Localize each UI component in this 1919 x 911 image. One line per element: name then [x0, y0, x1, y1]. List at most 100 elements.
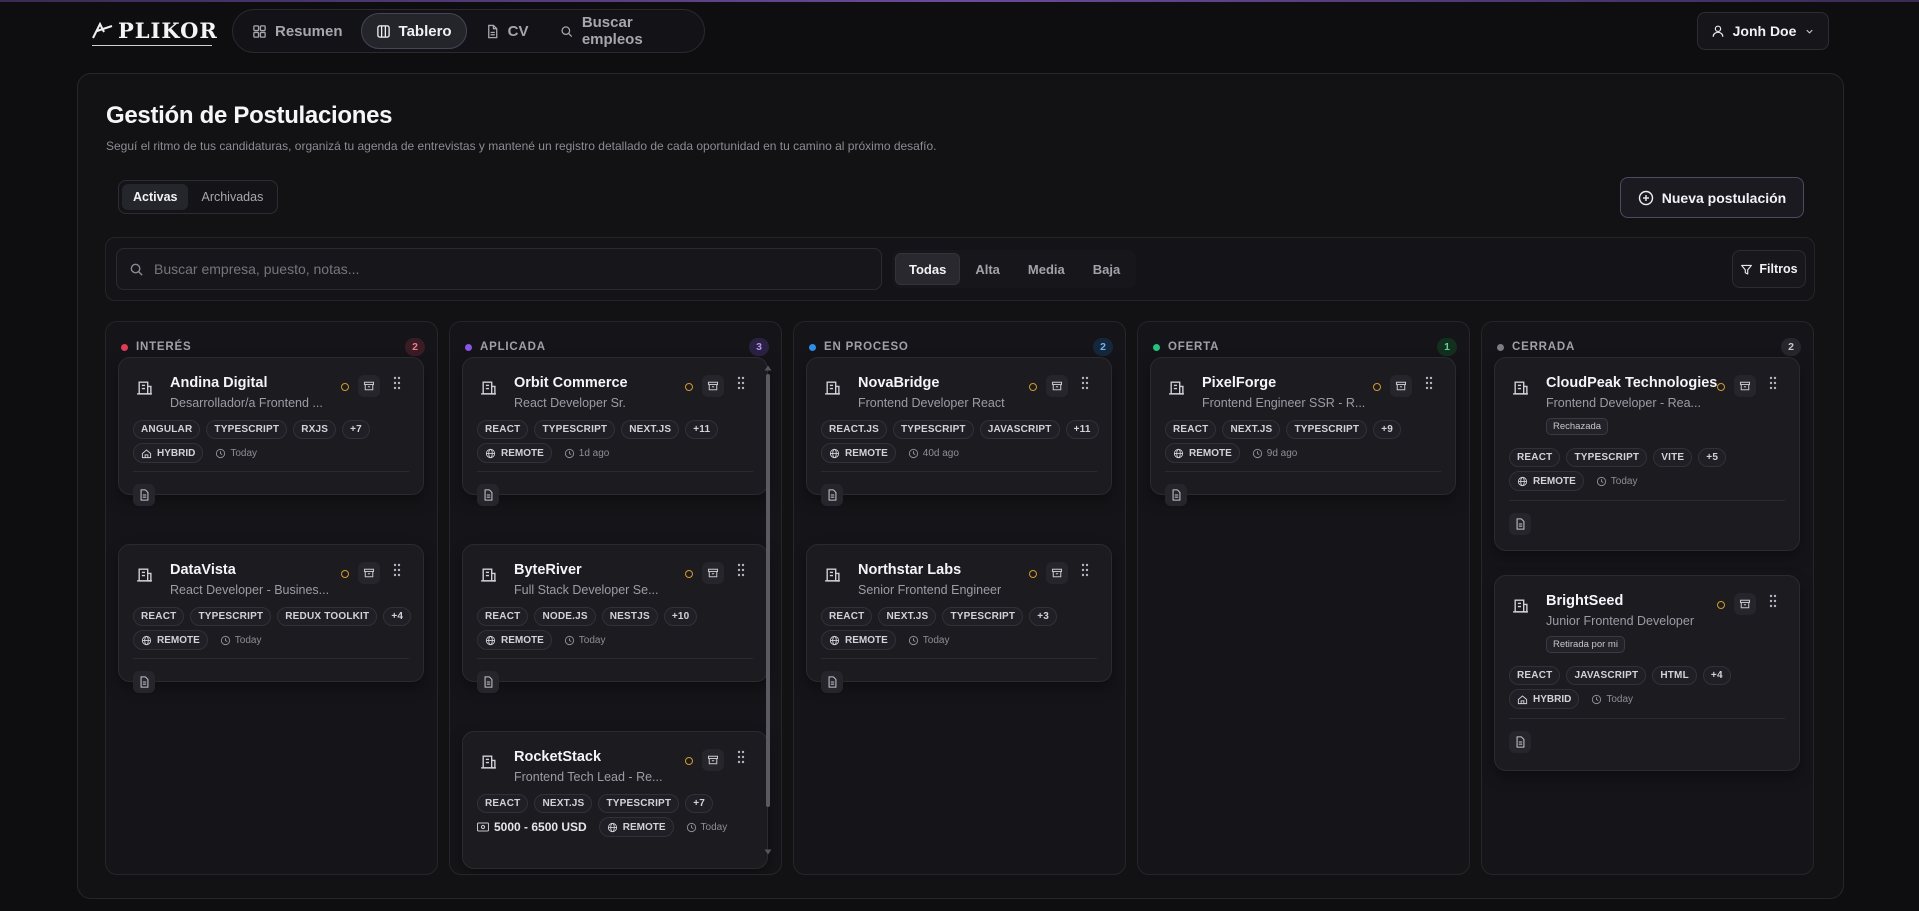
scroll-up-arrow-icon[interactable]: [764, 365, 772, 371]
tech-tag: ANGULAR: [133, 420, 201, 439]
drag-handle-icon[interactable]: [1079, 563, 1093, 583]
job-role: React Developer Sr.: [514, 396, 626, 410]
application-card[interactable]: Northstar Labs Senior Frontend Engineer …: [806, 544, 1112, 693]
column-oferta: OFERTA 1 PixelForge Frontend Engineer SS…: [1137, 321, 1470, 875]
building-icon: [821, 376, 845, 400]
work-mode: REMOTE: [477, 630, 552, 650]
tech-tag: TYPESCRIPT: [1286, 420, 1368, 439]
status-badge: Rechazada: [1546, 418, 1609, 435]
notes-button[interactable]: [1165, 484, 1187, 506]
globe-icon: [1517, 476, 1528, 486]
column-count: 3: [749, 338, 769, 356]
archive-button[interactable]: [702, 562, 724, 584]
drag-handle-icon[interactable]: [391, 376, 405, 396]
document-icon: [140, 676, 148, 688]
priority-todas[interactable]: Todas: [895, 253, 961, 285]
archive-button[interactable]: [702, 749, 724, 771]
archive-icon: [1051, 568, 1063, 578]
nav-tablero[interactable]: Tablero: [360, 13, 467, 49]
nav-resumen[interactable]: Resumen: [238, 13, 357, 49]
tech-tag: TYPESCRIPT: [190, 607, 272, 626]
archive-icon: [1051, 381, 1063, 391]
archive-button[interactable]: [1046, 375, 1068, 397]
new-application-button[interactable]: Nueva postulación: [1620, 177, 1804, 218]
archive-button[interactable]: [1390, 375, 1412, 397]
company-name: PixelForge: [1202, 375, 1277, 391]
notes-button[interactable]: [477, 484, 499, 506]
company-name: DataVista: [170, 562, 236, 578]
archive-icon: [707, 568, 719, 578]
drag-handle-icon[interactable]: [1767, 376, 1781, 396]
filters-button[interactable]: Filtros: [1732, 250, 1806, 288]
notes-button[interactable]: [133, 484, 155, 506]
drag-handle-icon[interactable]: [1767, 594, 1781, 614]
archive-button[interactable]: [358, 562, 380, 584]
drag-handle-icon[interactable]: [391, 563, 405, 583]
drag-handle-icon[interactable]: [1079, 376, 1093, 396]
column-cerrada: CERRADA 2 CloudPeak Technologies Fronten…: [1481, 321, 1814, 875]
search-box: [116, 248, 882, 290]
card-divider: [1165, 471, 1441, 472]
application-card[interactable]: Andina Digital Desarrollador/a Frontend …: [118, 357, 424, 506]
scroll-down-arrow-icon[interactable]: [764, 849, 772, 855]
column-count: 1: [1437, 338, 1457, 356]
card-meta: REMOTE Today: [821, 630, 949, 650]
application-card[interactable]: RocketStack Frontend Tech Lead - Re... R…: [462, 731, 768, 869]
job-role: Frontend Engineer SSR - R...: [1202, 396, 1366, 410]
priority-indicator: [341, 570, 349, 578]
tech-tag: NEXT.JS: [534, 794, 593, 813]
file-icon: [487, 24, 497, 38]
application-card[interactable]: DataVista React Developer - Busines... R…: [118, 544, 424, 693]
tech-tag: TYPESCRIPT: [206, 420, 288, 439]
building-icon: [477, 376, 501, 400]
user-menu-button[interactable]: Jonh Doe: [1697, 12, 1829, 50]
application-card[interactable]: BrightSeed Junior Frontend Developer Ret…: [1494, 575, 1800, 771]
archive-button[interactable]: [1046, 562, 1068, 584]
notes-button[interactable]: [477, 671, 499, 693]
notes-button[interactable]: [821, 671, 843, 693]
nav-buscar-empleos[interactable]: Buscar empleos: [546, 13, 699, 49]
tech-tag-more: +3: [1029, 607, 1058, 626]
column-title: INTERÉS: [136, 341, 192, 353]
archive-button[interactable]: [358, 375, 380, 397]
drag-handle-icon[interactable]: [735, 376, 749, 396]
job-role: Full Stack Developer Se...: [514, 583, 659, 597]
tab-archivadas[interactable]: Archivadas: [190, 184, 274, 210]
application-card[interactable]: NovaBridge Frontend Developer React REAC…: [806, 357, 1112, 506]
card-meta: REMOTE 1d ago: [477, 443, 609, 463]
work-mode: REMOTE: [821, 443, 896, 463]
nav-cv[interactable]: CV: [471, 13, 543, 49]
application-card[interactable]: PixelForge Frontend Engineer SSR - R... …: [1150, 357, 1456, 506]
priority-media[interactable]: Media: [1015, 253, 1078, 285]
company-name: RocketStack: [514, 749, 602, 765]
drag-handle-icon[interactable]: [735, 750, 749, 770]
notes-button[interactable]: [1509, 513, 1531, 535]
building-icon: [1165, 376, 1189, 400]
notes-button[interactable]: [821, 484, 843, 506]
priority-indicator: [685, 383, 693, 391]
globe-icon: [829, 635, 840, 645]
drag-handle-icon[interactable]: [735, 563, 749, 583]
archive-button[interactable]: [1734, 593, 1756, 615]
application-card[interactable]: Orbit Commerce React Developer Sr. REACT…: [462, 357, 768, 506]
scrollbar-thumb[interactable]: [766, 374, 770, 807]
notes-button[interactable]: [1509, 731, 1531, 753]
application-card[interactable]: CloudPeak Technologies Frontend Develope…: [1494, 357, 1800, 551]
logo[interactable]: PLIKOR: [92, 18, 218, 46]
updated-time: Today: [1591, 694, 1633, 705]
archive-button[interactable]: [1734, 375, 1756, 397]
search-input[interactable]: [154, 261, 854, 277]
archive-button[interactable]: [702, 375, 724, 397]
work-mode: REMOTE: [477, 443, 552, 463]
column-header: APLICADA 3: [465, 336, 769, 358]
notes-button[interactable]: [133, 671, 155, 693]
priority-alta[interactable]: Alta: [962, 253, 1013, 285]
priority-baja[interactable]: Baja: [1080, 253, 1133, 285]
tech-tag: VITE: [1653, 448, 1693, 467]
card-meta: REMOTE Today: [1509, 471, 1637, 491]
tab-activas[interactable]: Activas: [122, 184, 189, 210]
drag-handle-icon[interactable]: [1423, 376, 1437, 396]
search-icon: [130, 263, 143, 276]
card-divider: [477, 471, 753, 472]
application-card[interactable]: ByteRiver Full Stack Developer Se... REA…: [462, 544, 768, 693]
